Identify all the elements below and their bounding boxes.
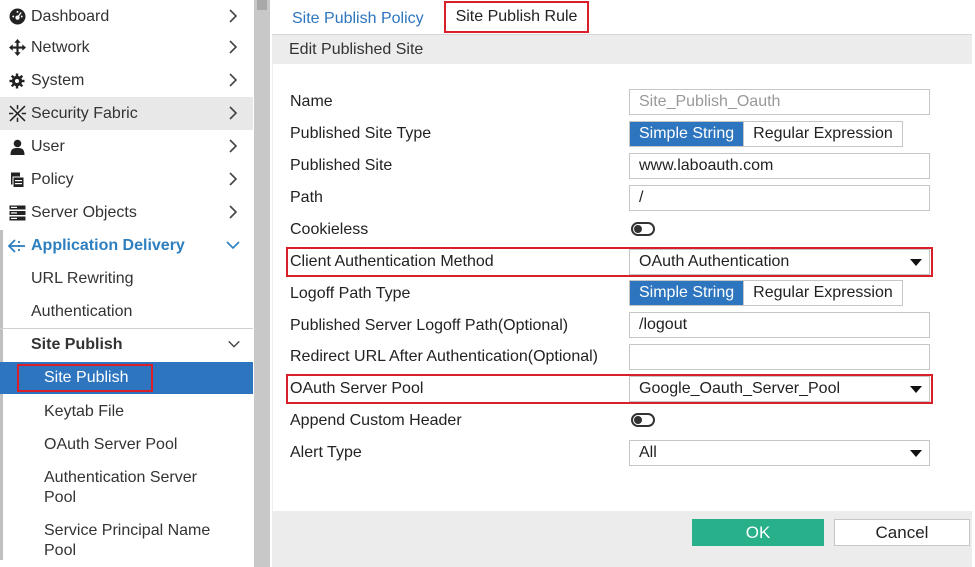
server-icon [8,204,26,222]
path-label: Path [290,189,323,206]
toggle-knob [634,225,642,233]
sidebar-subitem-label: Keytab File [44,402,125,420]
logoff-path-type-toggle: Simple String Regular Expression [629,280,903,306]
ok-button[interactable]: OK [692,519,824,546]
sidebar-subitem-label: Service Principal Name Pool [44,522,211,559]
sidebar-item-security-fabric[interactable]: Security Fabric [0,97,253,130]
select-value: All [639,444,657,461]
alert-type-select[interactable]: All [629,440,930,466]
path-input[interactable] [629,185,930,211]
logoff-path-label: Published Server Logoff Path(Optional) [290,317,569,334]
sidebar-item-policy[interactable]: Policy [0,163,253,196]
network-icon [8,39,26,57]
client-auth-method-select[interactable]: OAuth Authentication [629,249,930,275]
sidebar-subitem-label: Site Publish [31,336,123,353]
append-custom-header-label: Append Custom Header [290,412,462,429]
application-delivery-icon [8,237,26,255]
section-header: Edit Published Site [272,34,972,64]
regular-expression-option[interactable]: Regular Expression [743,122,902,146]
cookieless-label: Cookieless [290,221,369,238]
client-auth-method-label: Client Authentication Method [290,253,494,270]
sidebar-subitem-label: Authentication [31,302,133,320]
toggle-knob [634,416,642,424]
sidebar-item-dashboard[interactable]: Dashboard [0,0,253,33]
sidebar-item-label: Application Delivery [31,236,185,254]
redirect-url-input[interactable] [629,344,930,370]
sidebar-item-server-objects[interactable]: Server Objects [0,196,253,229]
section-title: Edit Published Site [289,40,424,58]
sidebar-scrollbar[interactable] [254,0,270,567]
sidebar-subitem-label: Authentication Server Pool [44,469,197,506]
sidebar-item-user[interactable]: User [0,130,253,163]
sidebar-subitem-site-publish-group[interactable]: Site Publish [0,329,253,361]
tab-site-publish-policy[interactable]: Site Publish Policy [292,4,424,34]
sidebar-subitem-authentication-server-pool[interactable]: Authentication Server Pool [0,467,253,509]
scrollbar-thumb[interactable] [257,0,267,10]
chevron-right-icon [229,40,238,54]
chevron-down-icon [228,340,240,348]
sidebar-subitem-url-rewriting[interactable]: URL Rewriting [0,262,253,295]
dashboard-icon [8,8,26,26]
caret-down-icon [910,386,922,393]
sidebar-item-label: Security Fabric [31,104,138,122]
simple-string-option[interactable]: Simple String [630,281,744,305]
form-footer: OK Cancel [272,511,972,567]
gear-icon [8,72,26,90]
select-value: Google_Oauth_Server_Pool [639,380,841,397]
sidebar-subitem-oauth-server-pool[interactable]: OAuth Server Pool [0,428,253,461]
chevron-right-icon [229,106,238,120]
cookieless-toggle[interactable] [631,222,655,236]
sidebar-item-label: User [31,137,65,155]
sidebar-item-label: Dashboard [31,7,110,25]
select-value: OAuth Authentication [639,253,790,270]
logoff-path-input[interactable] [629,312,930,338]
redirect-url-label: Redirect URL After Authentication(Option… [290,348,599,365]
oauth-server-pool-label: OAuth Server Pool [290,380,424,397]
sidebar-item-label: Server Objects [31,203,137,221]
logoff-path-type-label: Logoff Path Type [290,285,411,302]
sidebar-subitem-label: Site Publish [44,369,129,386]
chevron-right-icon [229,73,238,87]
sidebar-subitem-label: OAuth Server Pool [44,435,178,453]
sidebar-subitem-label: URL Rewriting [31,269,134,287]
sidebar-item-label: System [31,71,85,89]
chevron-down-icon [226,241,240,250]
sidebar-item-system[interactable]: System [0,64,253,97]
sidebar-item-label: Policy [31,170,74,188]
chevron-right-icon [229,9,238,23]
security-fabric-icon [8,105,26,123]
sidebar-item-application-delivery[interactable]: Application Delivery [0,229,253,262]
regular-expression-option[interactable]: Regular Expression [743,281,902,305]
tab-site-publish-rule[interactable]: Site Publish Rule [444,1,589,33]
sidebar-subitem-authentication[interactable]: Authentication [0,295,253,328]
sidebar-item-network[interactable]: Network [0,31,253,64]
sidebar-subitem-service-principal-name-pool[interactable]: Service Principal Name Pool [0,520,253,562]
name-label: Name [290,93,333,110]
alert-type-label: Alert Type [290,444,362,461]
published-site-type-label: Published Site Type [290,125,432,142]
name-input[interactable] [629,89,930,115]
chevron-right-icon [229,139,238,153]
chevron-right-icon [229,205,238,219]
cancel-button[interactable]: Cancel [834,519,970,546]
published-site-input[interactable] [629,153,930,179]
main-panel: Site Publish Policy Site Publish Rule Ed… [272,0,975,567]
caret-down-icon [910,259,922,266]
oauth-server-pool-select[interactable]: Google_Oauth_Server_Pool [629,376,930,402]
edit-form: Name Published Site Type Simple String R… [272,64,972,511]
sidebar: Dashboard Network System Security Fabric… [0,0,253,567]
policy-icon [8,171,26,189]
sidebar-item-label: Network [31,38,90,56]
user-icon [8,138,26,156]
append-custom-header-toggle[interactable] [631,413,655,427]
sidebar-subitem-keytab-file[interactable]: Keytab File [0,395,253,428]
published-site-type-toggle: Simple String Regular Expression [629,121,903,147]
simple-string-option[interactable]: Simple String [630,122,744,146]
sidebar-subitem-site-publish[interactable]: Site Publish [0,362,253,394]
published-site-label: Published Site [290,157,393,174]
chevron-right-icon [229,172,238,186]
caret-down-icon [910,450,922,457]
